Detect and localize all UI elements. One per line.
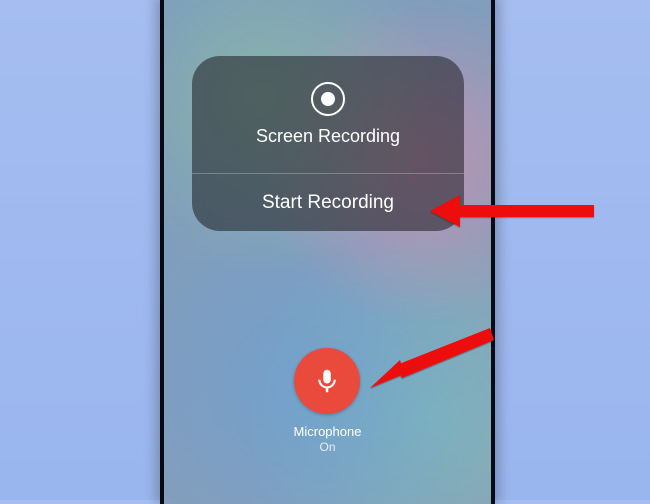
phone-screen: Screen Recording Start Recording Microph… xyxy=(160,0,495,504)
card-header: Screen Recording xyxy=(192,56,464,173)
card-title: Screen Recording xyxy=(256,126,400,147)
record-icon-dot xyxy=(321,92,335,106)
microphone-status: On xyxy=(294,440,362,454)
microphone-icon xyxy=(313,366,343,396)
start-recording-button[interactable]: Start Recording xyxy=(192,174,464,231)
microphone-toggle-button[interactable] xyxy=(295,348,361,414)
screen-recording-card: Screen Recording Start Recording xyxy=(192,56,464,231)
microphone-control: Microphone On xyxy=(294,348,362,454)
record-icon xyxy=(311,82,345,116)
microphone-label: Microphone xyxy=(294,424,362,439)
